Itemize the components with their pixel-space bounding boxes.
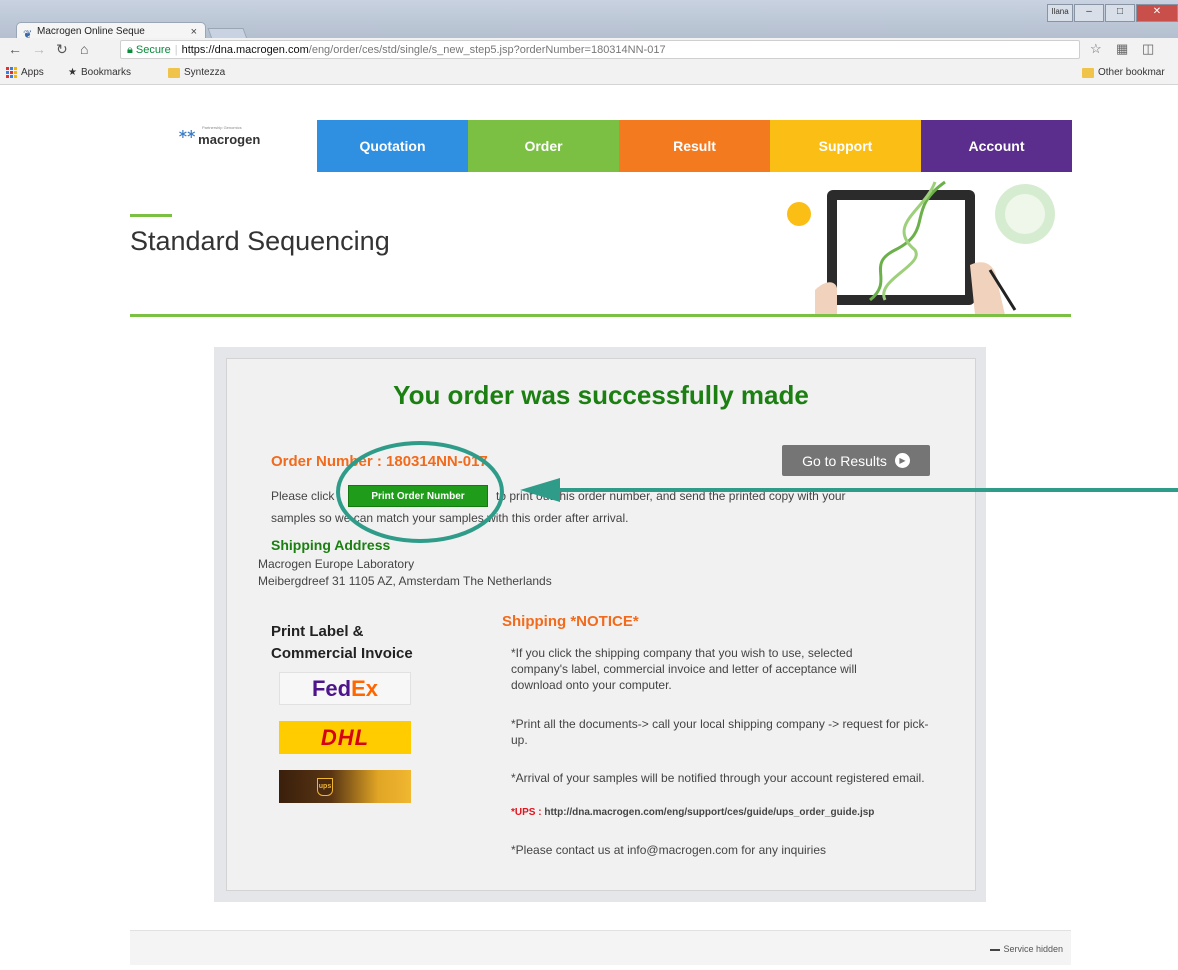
nav-order[interactable]: Order [468, 120, 619, 172]
ups-guide-url: http://dna.macrogen.com/eng/support/ces/… [544, 807, 875, 818]
extension-icon[interactable]: ▦ [1116, 41, 1128, 57]
nav-support[interactable]: Support [770, 120, 921, 172]
back-icon[interactable]: ← [8, 41, 22, 57]
fedex-button[interactable]: Fed Ex [279, 672, 411, 705]
go-to-results-label: Go to Results [802, 452, 887, 469]
instruction-text-end: to print out this order number, and send… [496, 489, 846, 503]
dhl-logo: DHL [320, 724, 370, 750]
ups-guide-prefix: *UPS : [511, 807, 545, 818]
menu-icon[interactable]: ◫ [1142, 41, 1154, 57]
order-number: Order Number : 180314NN-017 [271, 453, 488, 470]
dna-helix-icon: ᕯ [178, 126, 197, 151]
reload-icon[interactable]: ↻ [56, 41, 68, 58]
instruction-text-start: Please click [271, 489, 335, 503]
nav-account[interactable]: Account [921, 120, 1072, 172]
logo-tagline: Partnership Genomics [202, 125, 242, 130]
bookmark-other-label: Other bookmar [1098, 67, 1165, 78]
apps-grid-icon [6, 67, 17, 78]
window-controls: Ilana – □ ✕ [1047, 4, 1178, 22]
notice-item-2: *Print all the documents-> call your loc… [511, 717, 929, 747]
address-bar-row: ← → ↻ ⌂ 🔒︎ Secure | https://dna.macrogen.co… [0, 38, 1178, 63]
home-icon[interactable]: ⌂ [80, 41, 88, 57]
bookmark-apps-label: Apps [21, 67, 44, 78]
url-path: /eng/order/ces/std/single/s_new_step5.js… [308, 44, 666, 56]
tablet-dna-illustration [787, 180, 1055, 315]
print-label-heading: Print Label & Commercial Invoice [271, 621, 413, 665]
nav-quotation[interactable]: Quotation [317, 120, 468, 172]
title-accent [130, 214, 172, 217]
bookmark-syntezza-label: Syntezza [184, 67, 226, 78]
bookmark-other[interactable]: Other bookmar [1082, 67, 1165, 78]
fedex-logo-fed: Fed [311, 675, 352, 701]
go-to-results-button[interactable]: Go to Results ▶ [782, 445, 930, 476]
star-icon[interactable]: ☆ [1090, 41, 1102, 57]
ups-shield-icon: ups [317, 777, 333, 796]
success-heading: You order was successfully made [393, 380, 809, 410]
bookmark-apps[interactable]: Apps [6, 67, 44, 78]
dhl-button[interactable]: DHL [279, 721, 411, 754]
logo-text: macrogen [198, 131, 261, 147]
service-hidden-link[interactable]: Service hidden [990, 944, 1063, 954]
shipping-address-line1: Macrogen Europe Laboratory [258, 557, 415, 571]
ups-button[interactable]: ups [279, 770, 411, 803]
folder-icon [168, 67, 180, 78]
url-host: https://dna.macrogen.com [181, 44, 309, 56]
main-nav: Quotation Order Result Support Account [317, 120, 1072, 172]
page-footer: Service hidden [130, 930, 1071, 965]
bookmark-bookmarks-label: Bookmarks [80, 67, 131, 78]
window-close-icon[interactable]: ✕ [1136, 4, 1178, 22]
star-filled-icon: ★ [68, 67, 77, 78]
forward-icon[interactable]: → [32, 41, 46, 57]
bookmarks-bar: Apps ★ Bookmarks Syntezza Other bookmar [0, 62, 1178, 85]
profile-button[interactable]: Ilana [1047, 4, 1073, 22]
header-divider [130, 314, 1071, 317]
print-label-heading-line2: Commercial Invoice [271, 645, 413, 662]
maximize-icon[interactable]: □ [1105, 4, 1135, 22]
fedex-logo-ex: Ex [351, 675, 379, 701]
shipping-address-heading: Shipping Address [271, 537, 391, 553]
browser-titlebar: ❦ Macrogen Online Seque × Ilana – □ ✕ [0, 0, 1178, 42]
notice-item-3: *Arrival of your samples will be notifie… [511, 771, 925, 785]
bookmark-syntezza[interactable]: Syntezza [168, 67, 225, 78]
lock-icon: 🔒︎ [127, 44, 133, 56]
bookmark-bookmarks[interactable]: ★ Bookmarks [68, 67, 131, 78]
folder-icon [1082, 67, 1094, 78]
shipping-notice-heading: Shipping *NOTICE* [502, 613, 639, 630]
instruction-text-line2: samples so we can match your samples wit… [271, 511, 629, 525]
shipping-address-line2: Meibergdreef 31 1105 AZ, Amsterdam The N… [258, 574, 552, 588]
play-icon: ▶ [894, 453, 910, 468]
print-order-number-button[interactable]: Print Order Number [348, 485, 488, 507]
notice-item-4: *Please contact us at info@macrogen.com … [511, 843, 827, 857]
macrogen-logo[interactable]: Partnership Genomics ᕯ macrogen [178, 125, 261, 151]
print-label-heading-line1: Print Label & [271, 623, 364, 640]
minimize-icon[interactable]: – [1074, 4, 1104, 22]
tab-title: Macrogen Online Seque [37, 26, 145, 37]
ups-guide-link[interactable]: *UPS : http://dna.macrogen.com/eng/suppo… [511, 807, 874, 818]
page-title: Standard Sequencing [130, 226, 390, 256]
notice-item-1: *If you click the shipping company that … [511, 646, 857, 692]
secure-label: Secure [135, 44, 171, 56]
nav-result[interactable]: Result [619, 120, 770, 172]
url-bar[interactable]: 🔒︎ Secure | https://dna.macrogen.com/eng/or… [120, 40, 1080, 59]
